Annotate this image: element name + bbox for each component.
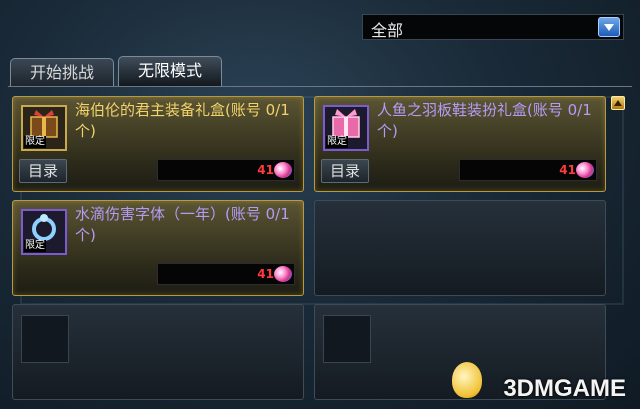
price-bar: 41 [459, 159, 597, 181]
empty-slot [21, 315, 69, 363]
limited-badge: 限定 [24, 240, 46, 252]
tab-infinite-mode[interactable]: 无限模式 [118, 56, 222, 86]
pink-gift-icon: 限定 [323, 105, 369, 151]
category-dropdown[interactable]: 全部 [362, 14, 624, 40]
limited-badge: 限定 [326, 136, 348, 148]
tab-start-challenge[interactable]: 开始挑战 [10, 58, 114, 86]
price-value: 41 [559, 163, 576, 177]
item-title: 海伯伦的君主装备礼盒(账号 0/1个) [75, 101, 290, 140]
tab-divider [8, 86, 632, 87]
catalog-button[interactable]: 目录 [321, 159, 369, 183]
tab-label: 开始挑战 [29, 63, 94, 82]
currency-coin-icon [274, 266, 292, 282]
empty-slot [323, 315, 371, 363]
price-value: 41 [257, 163, 274, 177]
watermark-text: 3DMGAME [503, 375, 626, 402]
ring-icon: 限定 [21, 209, 67, 255]
price-bar: 41 [157, 159, 295, 181]
scroll-up-button[interactable] [611, 96, 625, 110]
currency-coin-icon [576, 162, 594, 178]
category-dropdown-value: 全部 [371, 21, 404, 40]
limited-badge: 限定 [24, 136, 46, 148]
price-value: 41 [257, 267, 274, 281]
empty-item-card [314, 200, 606, 296]
item-title: 水滴伤害字体（一年）(账号 0/1个) [75, 205, 290, 244]
watermark-logo-icon [452, 362, 482, 398]
item-card[interactable]: 限定 人鱼之羽板鞋装扮礼盒(账号 0/1个) 目录 41 [314, 96, 606, 192]
chevron-down-icon[interactable] [598, 17, 620, 37]
currency-coin-icon [274, 162, 292, 178]
gift-box-icon: 限定 [21, 105, 67, 151]
empty-item-card [12, 304, 304, 400]
tab-label: 无限模式 [137, 61, 202, 80]
item-card[interactable]: 限定 海伯伦的君主装备礼盒(账号 0/1个) 目录 41 [12, 96, 304, 192]
item-card[interactable]: 限定 水滴伤害字体（一年）(账号 0/1个) 41 [12, 200, 304, 296]
catalog-button[interactable]: 目录 [19, 159, 67, 183]
price-bar: 41 [157, 263, 295, 285]
item-title: 人鱼之羽板鞋装扮礼盒(账号 0/1个) [377, 101, 592, 140]
